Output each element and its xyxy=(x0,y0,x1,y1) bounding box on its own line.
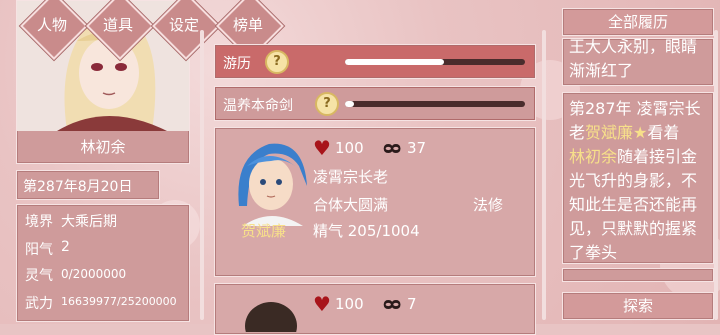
npc-portrait xyxy=(245,302,297,332)
log-text-line: 光飞升的身影，不 xyxy=(569,171,698,190)
activity-row-travel[interactable]: 游历 ? xyxy=(214,44,536,79)
progress-fill xyxy=(345,59,444,65)
log-text-line: 知此生是否还能再 xyxy=(569,195,698,214)
log-text-segment: 看着 xyxy=(647,123,680,142)
log-text-line: 王大人永别，眼睛 xyxy=(569,38,698,56)
nav-items-label: 道具 xyxy=(102,16,133,34)
log-text-line: 老贺斌廉★看着 xyxy=(569,121,709,145)
progress-track xyxy=(345,59,525,65)
chain-icon: ᴑᴑ xyxy=(383,294,401,313)
history-button[interactable]: 全部履历 xyxy=(562,8,714,36)
bond-value: 7 xyxy=(407,295,417,313)
left-scrollbar[interactable] xyxy=(200,30,204,320)
yang-label: 阳气 xyxy=(25,242,53,258)
stats-panel: 境界 大乘后期 阳气 2 灵气 0/2000000 武力 16639977/25… xyxy=(16,204,190,322)
log-text-line: 见，只默默的握紧 xyxy=(569,219,698,238)
heart-icon: ♥ xyxy=(313,136,331,160)
spirit-label: 灵气 xyxy=(25,268,53,284)
game-date: 第287年8月20日 xyxy=(23,179,133,195)
bond-value: 37 xyxy=(407,139,427,157)
activity-row-sword[interactable]: 温养本命剑 ? xyxy=(214,86,536,121)
player-name: 林初余 xyxy=(80,138,126,156)
npc-portrait xyxy=(238,143,307,226)
affection-value: 100 xyxy=(335,295,364,313)
right-scrollbar[interactable] xyxy=(714,30,718,320)
activity-label: 游历 xyxy=(223,56,251,72)
player-name-highlight: 林初余 xyxy=(569,147,618,166)
npc-name: 贺斌廉 xyxy=(241,222,287,240)
heart-icon: ♥ xyxy=(313,292,331,316)
npc-class: 法修 xyxy=(473,196,504,214)
nav-character-label: 人物 xyxy=(36,16,67,34)
power-label: 武力 xyxy=(25,296,53,312)
realm-value: 大乘后期 xyxy=(61,214,117,230)
npc-title: 凌霄宗长老 xyxy=(313,168,389,186)
log-text-segment: 老 xyxy=(569,123,586,142)
progress-track xyxy=(345,101,525,107)
help-icon[interactable]: ? xyxy=(315,92,339,116)
realm-label: 境界 xyxy=(25,214,53,230)
help-icon[interactable]: ? xyxy=(265,50,289,74)
explore-button[interactable]: 探索 xyxy=(562,292,714,320)
log-text-line: 了拳头 xyxy=(569,243,618,262)
activity-label: 温养本命剑 xyxy=(223,98,293,114)
center-scrollbar[interactable] xyxy=(542,30,546,320)
log-text-line: 第287年 凌霄宗长 xyxy=(569,99,701,118)
chain-icon: ᴑᴑ xyxy=(383,138,401,157)
log-text-segment: 随着接引金 xyxy=(617,147,698,166)
log-entry-next xyxy=(562,268,714,282)
nav-settings-label: 设定 xyxy=(168,16,199,34)
npc-card[interactable]: ♥ 100 ᴑᴑ 7 xyxy=(214,283,536,335)
spirit-value: 0/2000000 xyxy=(61,267,127,281)
affection-value: 100 xyxy=(335,139,364,157)
yang-value: 2 xyxy=(61,239,70,255)
npc-realm: 合体大圆满 xyxy=(313,196,389,214)
npc-essence: 精气 205/1004 xyxy=(313,222,420,240)
log-entry-previous: 王大人永别，眼睛 渐渐红了 xyxy=(562,38,714,86)
log-text-line: 林初余随着接引金 xyxy=(569,145,709,169)
log-text-line: 渐渐红了 xyxy=(569,61,634,80)
power-value: 16639977/25200000 xyxy=(61,295,177,308)
nav-ranking-label: 榜单 xyxy=(232,16,263,34)
log-entry: 第287年 凌霄宗长 老贺斌廉★看着 林初余随着接引金 光飞升的身影，不 知此生… xyxy=(562,92,714,264)
npc-card[interactable]: 贺斌廉 ♥ 100 ᴑᴑ 37 凌霄宗长老 合体大圆满 法修 精气 205/10… xyxy=(214,127,536,277)
npc-name-highlight: 贺斌廉★ xyxy=(585,123,648,142)
progress-fill xyxy=(345,101,354,107)
date-panel: 第287年8月20日 xyxy=(16,170,160,200)
